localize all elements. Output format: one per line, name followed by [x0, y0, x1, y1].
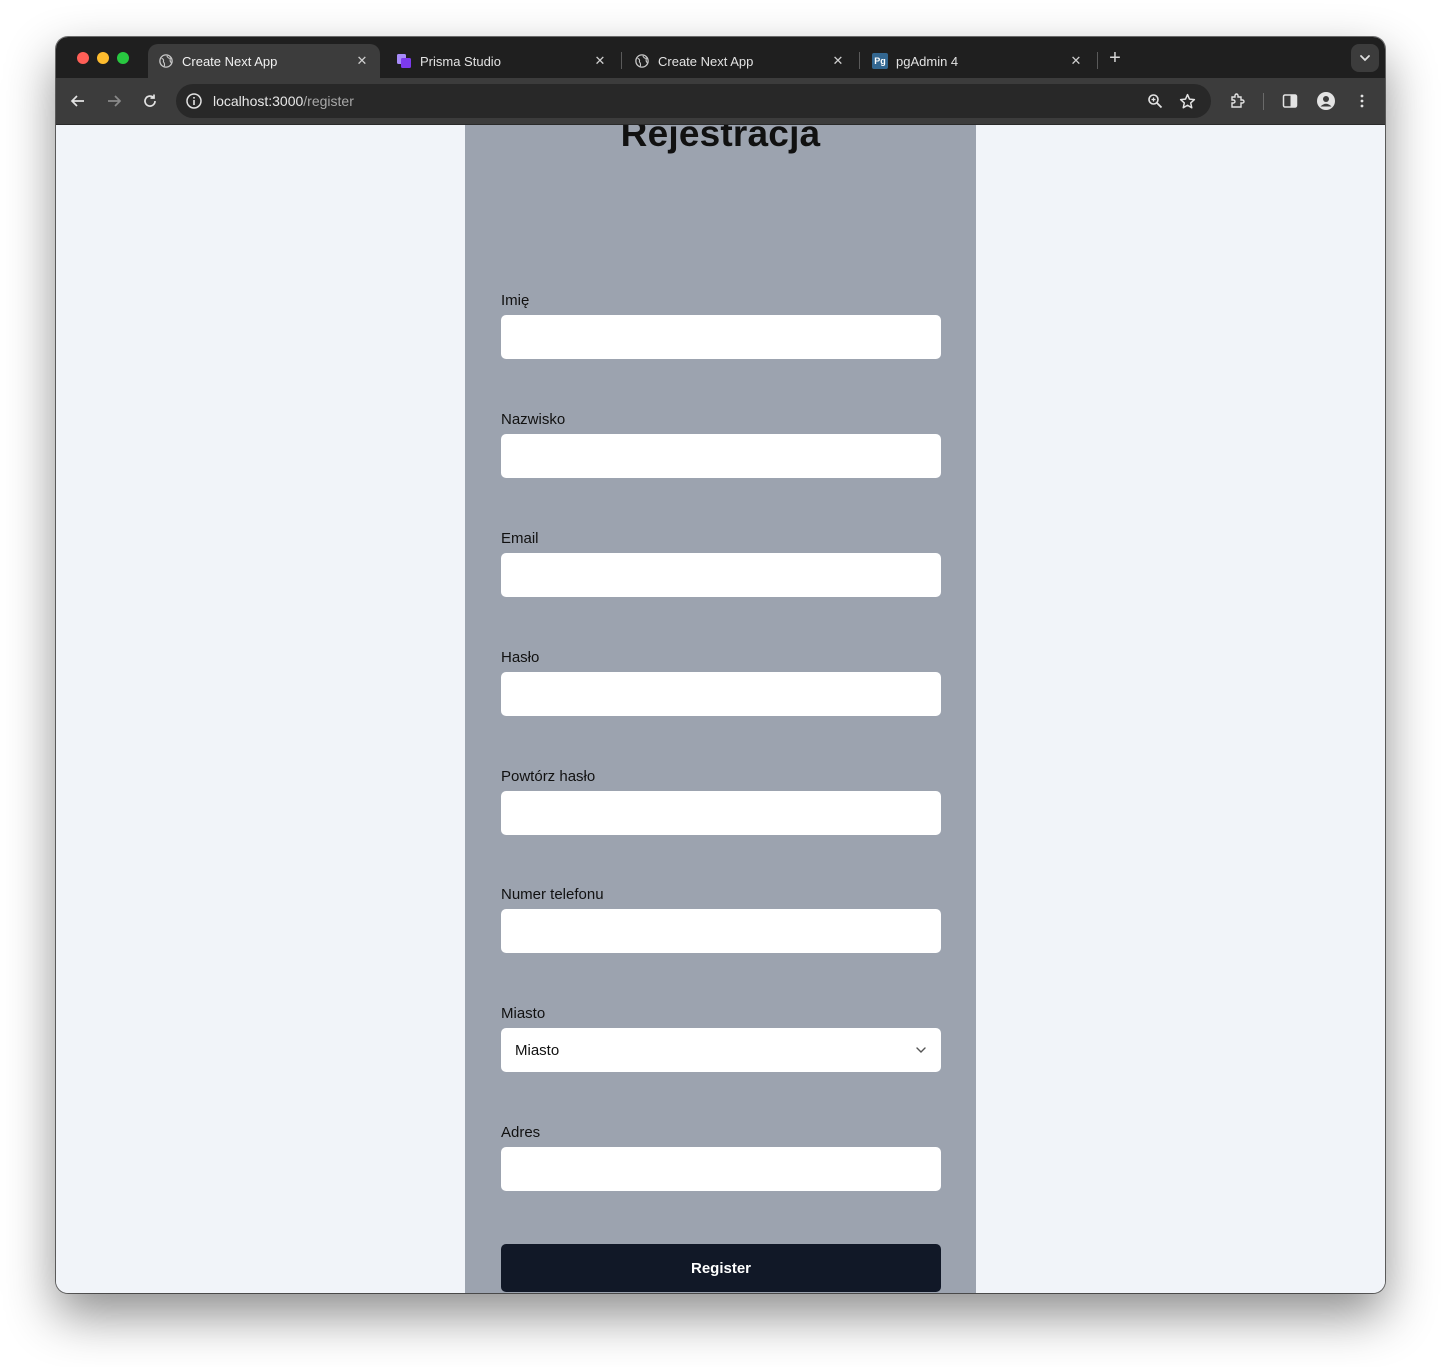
field-label-phone: Numer telefonu	[501, 886, 604, 903]
profile-button[interactable]	[1314, 89, 1338, 113]
star-icon	[1179, 93, 1195, 109]
email-input[interactable]	[501, 553, 941, 597]
new-tab-button[interactable]: +	[1104, 47, 1126, 69]
address-url: localhost:3000/register	[213, 93, 354, 109]
browser-window: Create Next App ✕ Prisma Studio ✕ Create…	[56, 37, 1385, 1293]
last-name-input[interactable]	[501, 434, 941, 478]
tab-title: Create Next App	[182, 53, 278, 69]
tab-create-next-app[interactable]: Create Next App ✕	[148, 44, 380, 78]
field-label-repeat-password: Powtórz hasło	[501, 768, 596, 785]
menu-button[interactable]	[1350, 89, 1374, 113]
minimize-window-button[interactable]	[97, 52, 109, 64]
field-label-address: Adres	[501, 1124, 541, 1141]
tab-title: Create Next App	[658, 53, 754, 69]
chevron-down-icon	[1360, 55, 1370, 62]
site-info-icon[interactable]	[185, 92, 203, 110]
tab-pgadmin[interactable]: Pg pgAdmin 4 ✕	[862, 44, 1094, 78]
field-label-password: Hasło	[501, 649, 540, 666]
city-select[interactable]: Miasto	[501, 1028, 941, 1072]
phone-input[interactable]	[501, 909, 941, 953]
zoom-icon	[1148, 94, 1163, 109]
close-tab-icon[interactable]: ✕	[592, 53, 608, 69]
globe-icon	[158, 53, 174, 69]
arrow-right-icon	[108, 95, 122, 107]
maximize-window-button[interactable]	[117, 52, 129, 64]
forward-button[interactable]	[102, 89, 126, 113]
first-name-input[interactable]	[501, 315, 941, 359]
page-title: Rejestracja	[620, 125, 821, 154]
close-tab-icon[interactable]: ✕	[1068, 53, 1084, 69]
tab-title: pgAdmin 4	[896, 53, 959, 69]
field-label-last-name: Nazwisko	[501, 411, 566, 428]
side-panel-icon	[1282, 94, 1298, 108]
tab-strip: Create Next App ✕ Prisma Studio ✕ Create…	[56, 37, 1385, 78]
pgadmin-icon: Pg	[872, 53, 888, 69]
puzzle-icon	[1231, 93, 1245, 108]
tab-create-next-app-2[interactable]: Create Next App ✕	[624, 44, 856, 78]
extensions-button[interactable]	[1226, 89, 1250, 113]
register-form-card: Rejestracja Imię Nazwisko Email Hasło Po…	[465, 125, 976, 1293]
tab-divider	[859, 52, 860, 69]
chevron-down-icon	[916, 1047, 926, 1053]
back-button[interactable]	[66, 89, 90, 113]
avatar-icon	[1317, 92, 1335, 110]
url-host: localhost:3000	[213, 93, 304, 109]
password-input[interactable]	[501, 672, 941, 716]
tab-title: Prisma Studio	[420, 53, 501, 69]
register-button[interactable]: Register	[501, 1244, 941, 1292]
tab-divider	[621, 52, 622, 69]
side-panel-button[interactable]	[1278, 89, 1302, 113]
field-label-email: Email	[501, 530, 539, 547]
address-input[interactable]	[501, 1147, 941, 1191]
close-tab-icon[interactable]: ✕	[830, 53, 846, 69]
bookmark-button[interactable]	[1175, 89, 1199, 113]
reload-button[interactable]	[138, 89, 162, 113]
tab-search-button[interactable]	[1351, 44, 1379, 72]
zoom-button[interactable]	[1143, 89, 1167, 113]
more-vert-icon	[1360, 94, 1364, 108]
tab-divider	[1097, 52, 1098, 69]
arrow-left-icon	[70, 95, 84, 107]
globe-icon	[634, 53, 650, 69]
page-viewport: Rejestracja Imię Nazwisko Email Hasło Po…	[56, 125, 1385, 1293]
toolbar-divider	[1263, 93, 1264, 110]
city-select-value: Miasto	[515, 1041, 560, 1059]
browser-toolbar: localhost:3000/register	[56, 78, 1385, 125]
prisma-icon	[396, 53, 412, 69]
reload-icon	[144, 94, 156, 107]
url-path: /register	[303, 93, 354, 109]
repeat-password-input[interactable]	[501, 791, 941, 835]
field-label-city: Miasto	[501, 1005, 546, 1022]
close-window-button[interactable]	[77, 52, 89, 64]
close-tab-icon[interactable]: ✕	[354, 53, 370, 69]
tab-prisma-studio[interactable]: Prisma Studio ✕	[386, 44, 618, 78]
field-label-first-name: Imię	[501, 292, 530, 309]
address-bar[interactable]: localhost:3000/register	[176, 84, 1211, 118]
